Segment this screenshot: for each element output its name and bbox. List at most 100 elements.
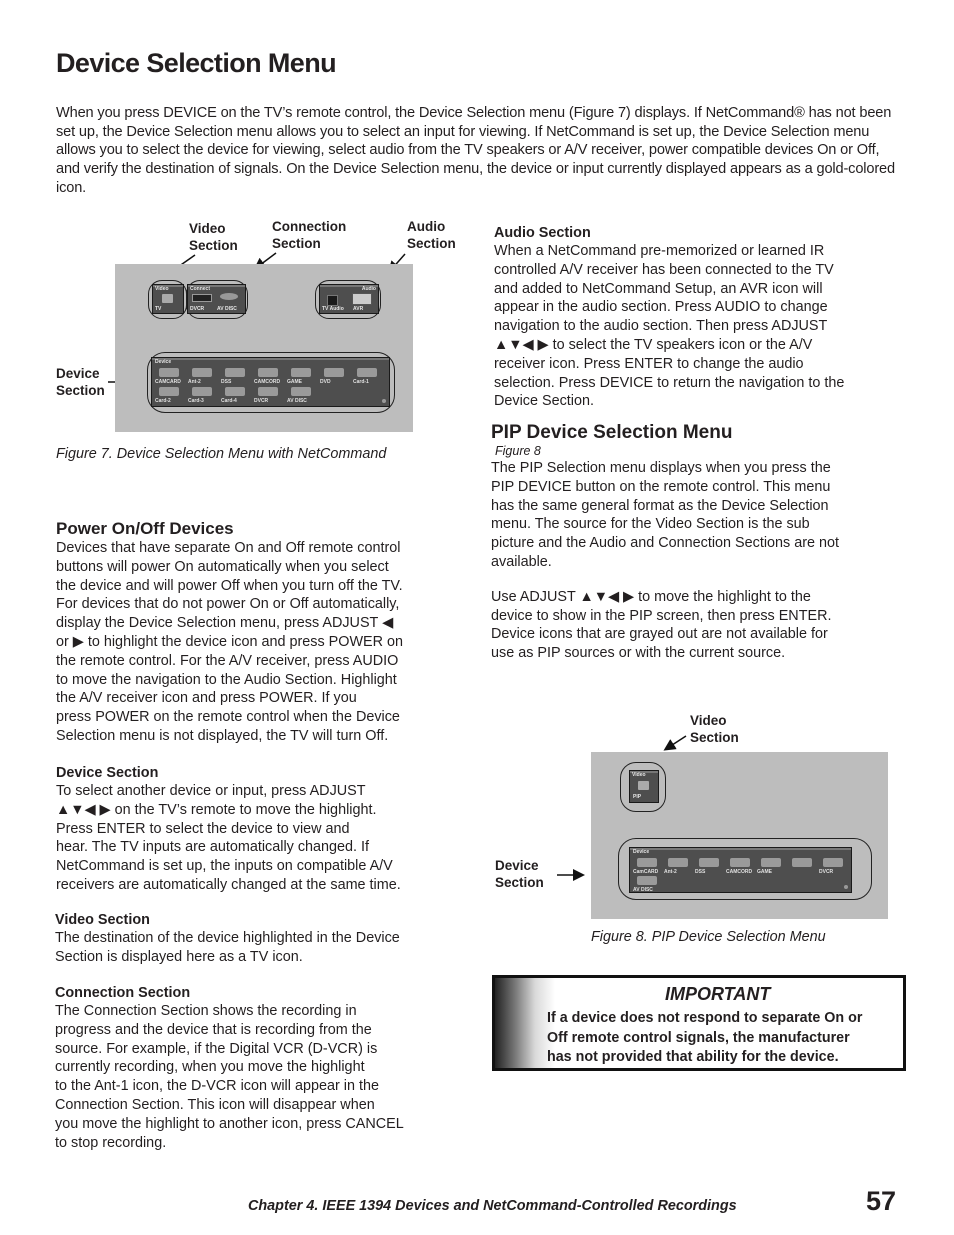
camcord-icon xyxy=(258,368,278,377)
device-label: CAMCORD xyxy=(726,869,753,875)
text-line: has not provided that ability for the de… xyxy=(547,1049,839,1065)
device-icon-game: GAME xyxy=(287,366,321,386)
ant-2-icon xyxy=(192,368,212,377)
callout-line: Device xyxy=(495,858,539,873)
help-icon xyxy=(844,885,848,889)
text-line: receivers are automatically changed at t… xyxy=(56,876,401,893)
audio-box: Audio TV Audio AVR xyxy=(319,284,379,314)
connection-section: Connection Section The Connection Sectio… xyxy=(55,984,455,1152)
device-icon-dvcr: DVCR xyxy=(819,856,853,876)
text-line: picture and the Audio and Connection Sec… xyxy=(491,535,840,552)
device-icon-camcard: CamCARD xyxy=(633,856,667,876)
pip-heading: PIP Device Selection Menu xyxy=(491,422,733,443)
device-label: DSS xyxy=(695,869,706,875)
text-line: hear. The TV inputs are automatically ch… xyxy=(56,839,370,856)
text-line: If a device does not respond to separate… xyxy=(547,1010,863,1026)
device-label: Card-2 xyxy=(155,398,171,404)
text-line: Section is displayed here as a TV icon. xyxy=(55,948,303,965)
text-line: Press ENTER to select the device to view… xyxy=(56,820,350,837)
pip-video-box-title: Video xyxy=(632,772,646,778)
dss-icon xyxy=(225,368,245,377)
text-line: Selection menu is not displayed, the TV … xyxy=(56,727,389,744)
game-icon xyxy=(291,368,311,377)
device-box: Device CAMCARD Ant-2 DSS CAMCORD GAME DVD Card… xyxy=(151,357,390,407)
audio-section-text: When a NetCommand pre-memorized or learn… xyxy=(494,242,914,411)
callout-line: Connection xyxy=(272,219,347,234)
text-line: The destination of the device highlighte… xyxy=(55,930,400,946)
text-line: PIP DEVICE button on the remote control.… xyxy=(491,478,831,495)
video-section: Video Section The destination of the dev… xyxy=(55,911,455,967)
text-line: appear in the audio section. Press AUDIO… xyxy=(494,299,828,316)
video-box: Video TV xyxy=(152,284,184,314)
camcord-icon xyxy=(730,858,750,867)
device-icon-dss: DSS xyxy=(221,366,255,386)
text-line: To select another device or input, press… xyxy=(56,783,366,799)
device-icon-dvcr: DVCR xyxy=(254,385,288,405)
text-line: Device icons that are grayed out are not… xyxy=(491,626,828,643)
pip-section: PIP Device Selection Menu Figure 8 The P… xyxy=(491,422,911,663)
card-3-icon xyxy=(192,387,212,396)
text-line: use as PIP sources or with the current s… xyxy=(491,645,786,662)
audio-item-tv-audio: TV Audio xyxy=(322,306,344,312)
device-icon-card-4: Card-4 xyxy=(221,385,255,405)
device-section: Device Section To select another device … xyxy=(56,764,456,895)
text-line: The Connection Section shows the recordi… xyxy=(55,1003,357,1019)
device-icon-game: GAME xyxy=(757,856,791,876)
text-line: the device and will power Off when you t… xyxy=(56,577,403,594)
dvcr-icon xyxy=(258,387,278,396)
device-icon-dvd: DVD xyxy=(320,366,354,386)
card-1-icon xyxy=(357,368,377,377)
important-title: IMPORTANT xyxy=(665,984,771,1004)
pip-video-box-item: PIP xyxy=(633,794,642,800)
audio-section: Audio Section When a NetCommand pre-memo… xyxy=(494,224,914,411)
pip-video-box: Video PIP xyxy=(629,770,659,803)
device-label: Card-3 xyxy=(188,398,204,404)
text-line: to the Ant-1 icon, the D-VCR icon will a… xyxy=(55,1078,379,1095)
callout-line: Audio xyxy=(407,219,446,234)
figure-8-screen: Video PIP Device CamCARD Ant-2 DSS CAMCORD G… xyxy=(591,752,888,919)
device-label: AV DISC xyxy=(633,887,653,893)
device-label: GAME xyxy=(757,869,772,875)
page-title: Device Selection Menu xyxy=(56,48,337,78)
device-icon-ant-2: Ant-2 xyxy=(188,366,222,386)
callout-line: Video xyxy=(189,221,226,236)
figure-7-screen: Video TV Connect DVCR AV DISC Audio TV A… xyxy=(115,264,413,432)
text-line: you move the highlight to another icon, … xyxy=(55,1115,404,1132)
video-box-title: Video xyxy=(155,286,169,292)
dss-icon xyxy=(699,858,719,867)
device-section-text: To select another device or input, press… xyxy=(56,782,456,895)
connection-section-heading: Connection Section xyxy=(55,985,191,1001)
pip-paragraph-2: Use ADJUST ▲▼◀ ▶ to move the highlight t… xyxy=(491,588,911,663)
pip-device-box-title: Device xyxy=(633,849,650,855)
game-icon xyxy=(761,858,781,867)
device-icon-camcard: CAMCARD xyxy=(155,366,189,386)
connect-item-dvcr: DVCR xyxy=(190,306,205,312)
device-icon-unlabeled xyxy=(788,856,822,876)
text-line: Device Section. xyxy=(494,393,594,410)
page-number: 57 xyxy=(866,1186,897,1216)
device-icon-av-disc: AV DISC xyxy=(287,385,321,405)
card-2-icon xyxy=(159,387,179,396)
text-line: or ▶ to highlight the device icon and pr… xyxy=(56,633,404,650)
tv-audio-icon xyxy=(327,295,338,306)
connect-box: Connect DVCR AV DISC xyxy=(187,284,246,314)
dvcr-icon xyxy=(823,858,843,867)
text-line: controlled A/V receiver has been connect… xyxy=(494,261,834,278)
video-box-item: TV xyxy=(155,306,162,312)
text-line: to stop recording. xyxy=(55,1134,167,1151)
text-line: device to show in the PIP screen, then p… xyxy=(491,607,832,624)
text-line: currently recording, when you move the h… xyxy=(55,1059,365,1076)
text-line: selection. Press DEVICE to return the na… xyxy=(494,374,845,391)
text-line: progress and the device that is recordin… xyxy=(55,1021,372,1038)
device-label: Card-4 xyxy=(221,398,237,404)
pip-paragraph-1: The PIP Selection menu displays when you… xyxy=(491,459,911,572)
unlabeled-icon xyxy=(792,858,812,867)
video-section-heading: Video Section xyxy=(55,912,150,928)
connect-box-title: Connect xyxy=(190,286,210,292)
connection-section-text: The Connection Section shows the recordi… xyxy=(55,1002,455,1152)
callout-pip-device-section: Device Section xyxy=(495,858,544,891)
av-disc-icon xyxy=(637,876,657,885)
tv-icon xyxy=(162,294,173,303)
text-line: NetCommand is set up, the inputs on comp… xyxy=(56,858,393,875)
power-section-text: Devices that have separate On and Off re… xyxy=(56,539,456,746)
